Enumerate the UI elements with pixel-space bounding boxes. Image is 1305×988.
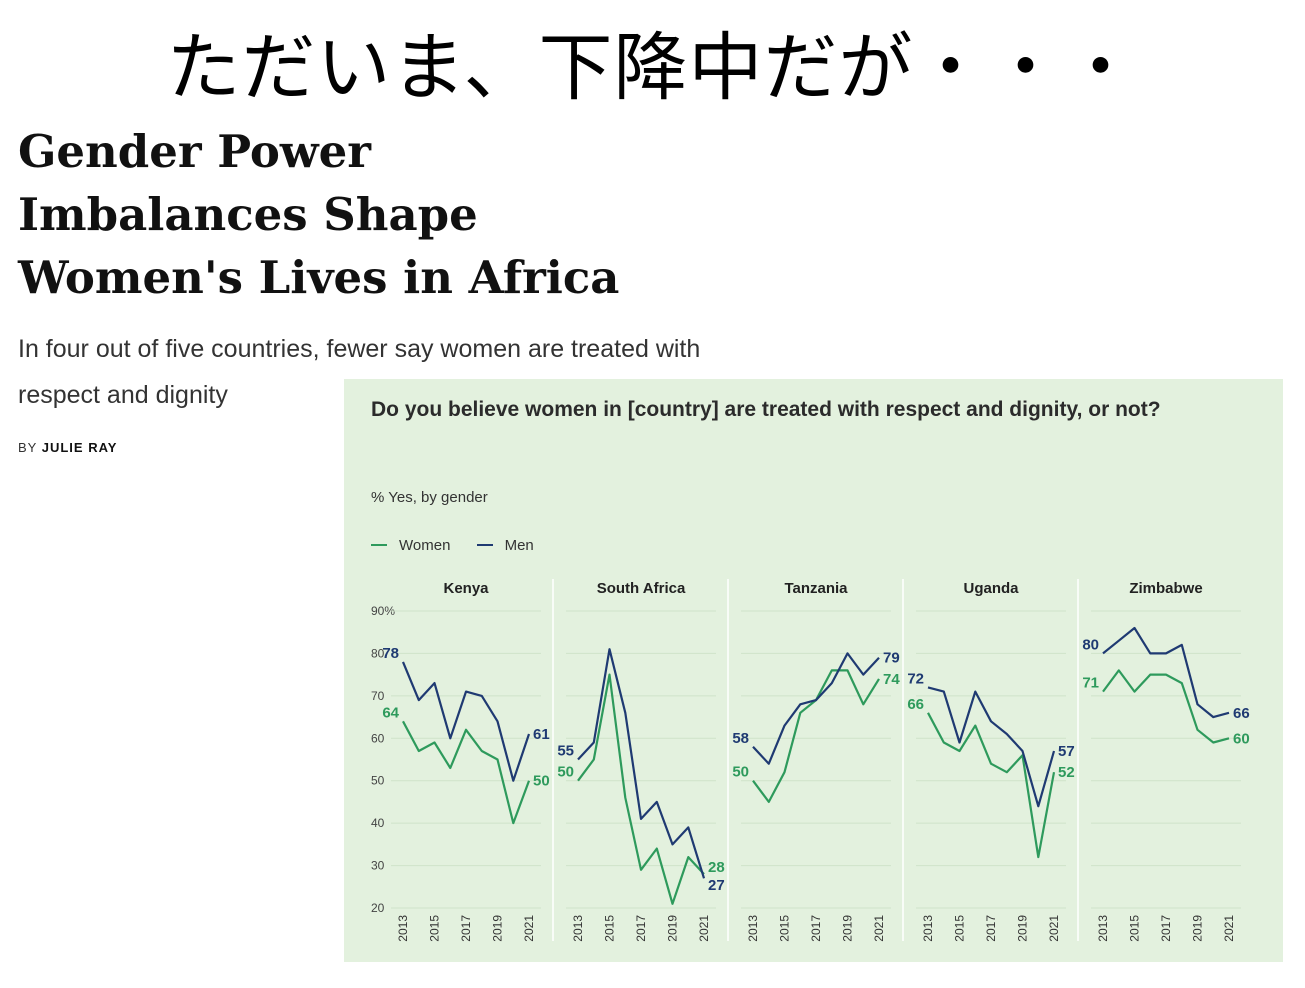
- x-tick-label: 2015: [603, 915, 617, 942]
- panel-title-zimbabwe: Zimbabwe: [1129, 580, 1202, 597]
- x-tick-label: 2013: [921, 915, 935, 942]
- series-line-women: [927, 712, 1056, 859]
- x-tick-label: 2017: [634, 915, 648, 942]
- x-tick-label: 2015: [953, 915, 967, 942]
- x-tick-label: 2021: [522, 915, 536, 942]
- data-label-women-start: 50: [557, 764, 574, 781]
- x-tick-label: 2021: [1222, 915, 1236, 942]
- series-line-men: [927, 686, 1056, 808]
- data-label-women-start: 71: [1082, 675, 1099, 692]
- panel-title-tanzania: Tanzania: [784, 580, 848, 597]
- x-tick-label: 2019: [491, 915, 505, 942]
- panel-title-uganda: Uganda: [963, 580, 1019, 597]
- series-line-men: [577, 648, 706, 879]
- x-tick-label: 2019: [1191, 915, 1205, 942]
- x-tick-label: 2017: [809, 915, 823, 942]
- data-label-women-end: 74: [883, 671, 900, 688]
- data-label-men-start: 78: [382, 645, 399, 662]
- series-line-men: [752, 652, 880, 765]
- y-tick-label: 50: [371, 774, 385, 788]
- data-label-men-start: 80: [1082, 636, 1099, 653]
- y-tick-label: 20: [371, 901, 385, 915]
- data-label-women-end: 52: [1058, 764, 1075, 781]
- data-label-men-end: 79: [883, 650, 900, 667]
- banner-text: ただいま、下降中だが・・・: [166, 25, 1139, 111]
- data-label-women-end: 60: [1233, 730, 1250, 747]
- x-tick-label: 2017: [459, 915, 473, 942]
- x-tick-label: 2019: [666, 915, 680, 942]
- data-label-women-end: 50: [533, 773, 550, 790]
- data-label-men-end: 57: [1058, 743, 1075, 760]
- x-tick-label: 2015: [778, 915, 792, 942]
- small-multiples-chart: 90%80706050403020Kenya786461502013 2015 20…: [371, 579, 1250, 942]
- x-tick-label: 2021: [872, 915, 886, 942]
- data-label-men-end: 61: [533, 726, 550, 743]
- data-label-women-start: 50: [732, 764, 749, 781]
- byline: BY JULIE RAY: [18, 440, 117, 455]
- x-tick-label: 2017: [984, 915, 998, 942]
- x-tick-label: 2021: [1047, 915, 1061, 942]
- series-line-women: [577, 673, 705, 905]
- panel-title-kenya: Kenya: [443, 580, 489, 597]
- author-link[interactable]: JULIE RAY: [42, 440, 118, 455]
- x-tick-label: 2021: [697, 915, 711, 942]
- series-line-women: [1102, 669, 1230, 744]
- x-tick-label: 2013: [746, 915, 760, 942]
- data-label-women-start: 66: [907, 696, 924, 713]
- x-tick-label: 2019: [841, 915, 855, 942]
- series-line-women: [752, 669, 880, 803]
- data-label-women-start: 64: [382, 704, 399, 721]
- x-tick-label: 2013: [396, 915, 410, 942]
- x-tick-label: 2017: [1159, 915, 1173, 942]
- panel-title-south-africa: South Africa: [597, 580, 686, 597]
- x-tick-label: 2013: [1096, 915, 1110, 942]
- y-tick-label: 70: [371, 689, 385, 703]
- x-tick-label: 2013: [571, 915, 585, 942]
- series-line-men: [1102, 626, 1230, 719]
- series-line-men: [401, 661, 531, 782]
- data-label-men-start: 72: [907, 670, 924, 687]
- x-tick-label: 2015: [1128, 915, 1142, 942]
- data-label-men-end: 66: [1233, 705, 1250, 722]
- data-label-men-start: 55: [557, 743, 574, 760]
- x-tick-label: 2019: [1016, 915, 1030, 942]
- data-label-women-end: 28: [708, 859, 725, 876]
- data-label-men-end: 27: [708, 877, 725, 894]
- y-tick-label: 40: [371, 816, 385, 830]
- chart-panel: Do you believe women in [country] are tr…: [344, 379, 1283, 962]
- data-label-men-start: 58: [732, 730, 749, 747]
- byline-prefix: BY: [18, 440, 38, 455]
- x-tick-label: 2015: [428, 915, 442, 942]
- article-headline: Gender Power Imbalances Shape Women's Li…: [18, 125, 620, 304]
- y-tick-label: 60: [371, 731, 385, 745]
- y-tick-label: 30: [371, 859, 385, 873]
